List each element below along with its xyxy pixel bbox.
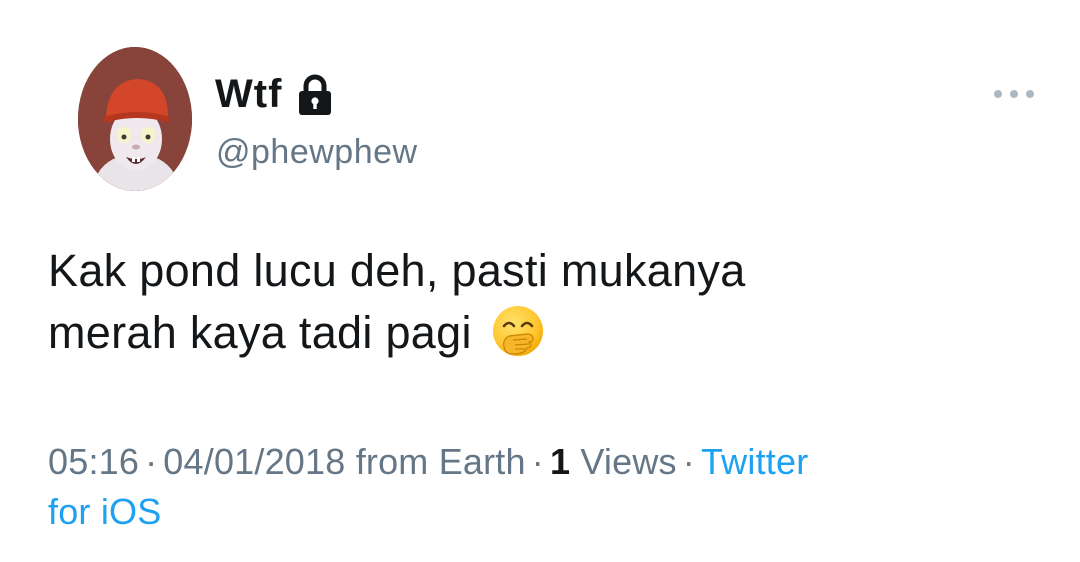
user-header: Wtf xyxy=(215,72,334,116)
views-label[interactable]: Views xyxy=(580,441,676,482)
avatar[interactable] xyxy=(78,47,192,191)
tweet-card: Wtf @phewphew Kak pond lucu deh, pasti m… xyxy=(0,0,1080,562)
source-link[interactable]: Twitter xyxy=(701,441,808,482)
tweet-text-line: merah kaya tadi pagi xyxy=(48,302,1028,364)
avatar-image xyxy=(78,47,192,191)
views-count[interactable]: 1 xyxy=(550,441,570,482)
user-handle[interactable]: @phewphew xyxy=(216,132,418,172)
more-options-button[interactable] xyxy=(994,82,1034,106)
tweet-location: from Earth xyxy=(355,441,526,482)
face-with-hand-over-mouth-icon xyxy=(491,304,545,358)
tweet-text-segment: merah kaya tadi pagi xyxy=(48,307,472,358)
tweet-meta: 05:16 · 04/01/2018 from Earth · 1 Views · Twit… xyxy=(48,437,1038,537)
tweet-text: Kak pond lucu deh, pasti mukanya merah k… xyxy=(48,240,1028,364)
more-dots-icon xyxy=(1010,90,1018,98)
lock-icon xyxy=(296,74,334,116)
more-dots-icon xyxy=(1026,90,1034,98)
separator: · xyxy=(145,441,158,482)
tweet-time[interactable]: 05:16 xyxy=(48,441,139,482)
separator: · xyxy=(682,441,695,482)
source-link[interactable]: for iOS xyxy=(48,491,161,532)
separator: · xyxy=(531,441,544,482)
display-name[interactable]: Wtf xyxy=(215,72,282,116)
tweet-text-line: Kak pond lucu deh, pasti mukanya xyxy=(48,245,746,296)
tweet-date[interactable]: 04/01/2018 xyxy=(163,441,345,482)
more-dots-icon xyxy=(994,90,1002,98)
